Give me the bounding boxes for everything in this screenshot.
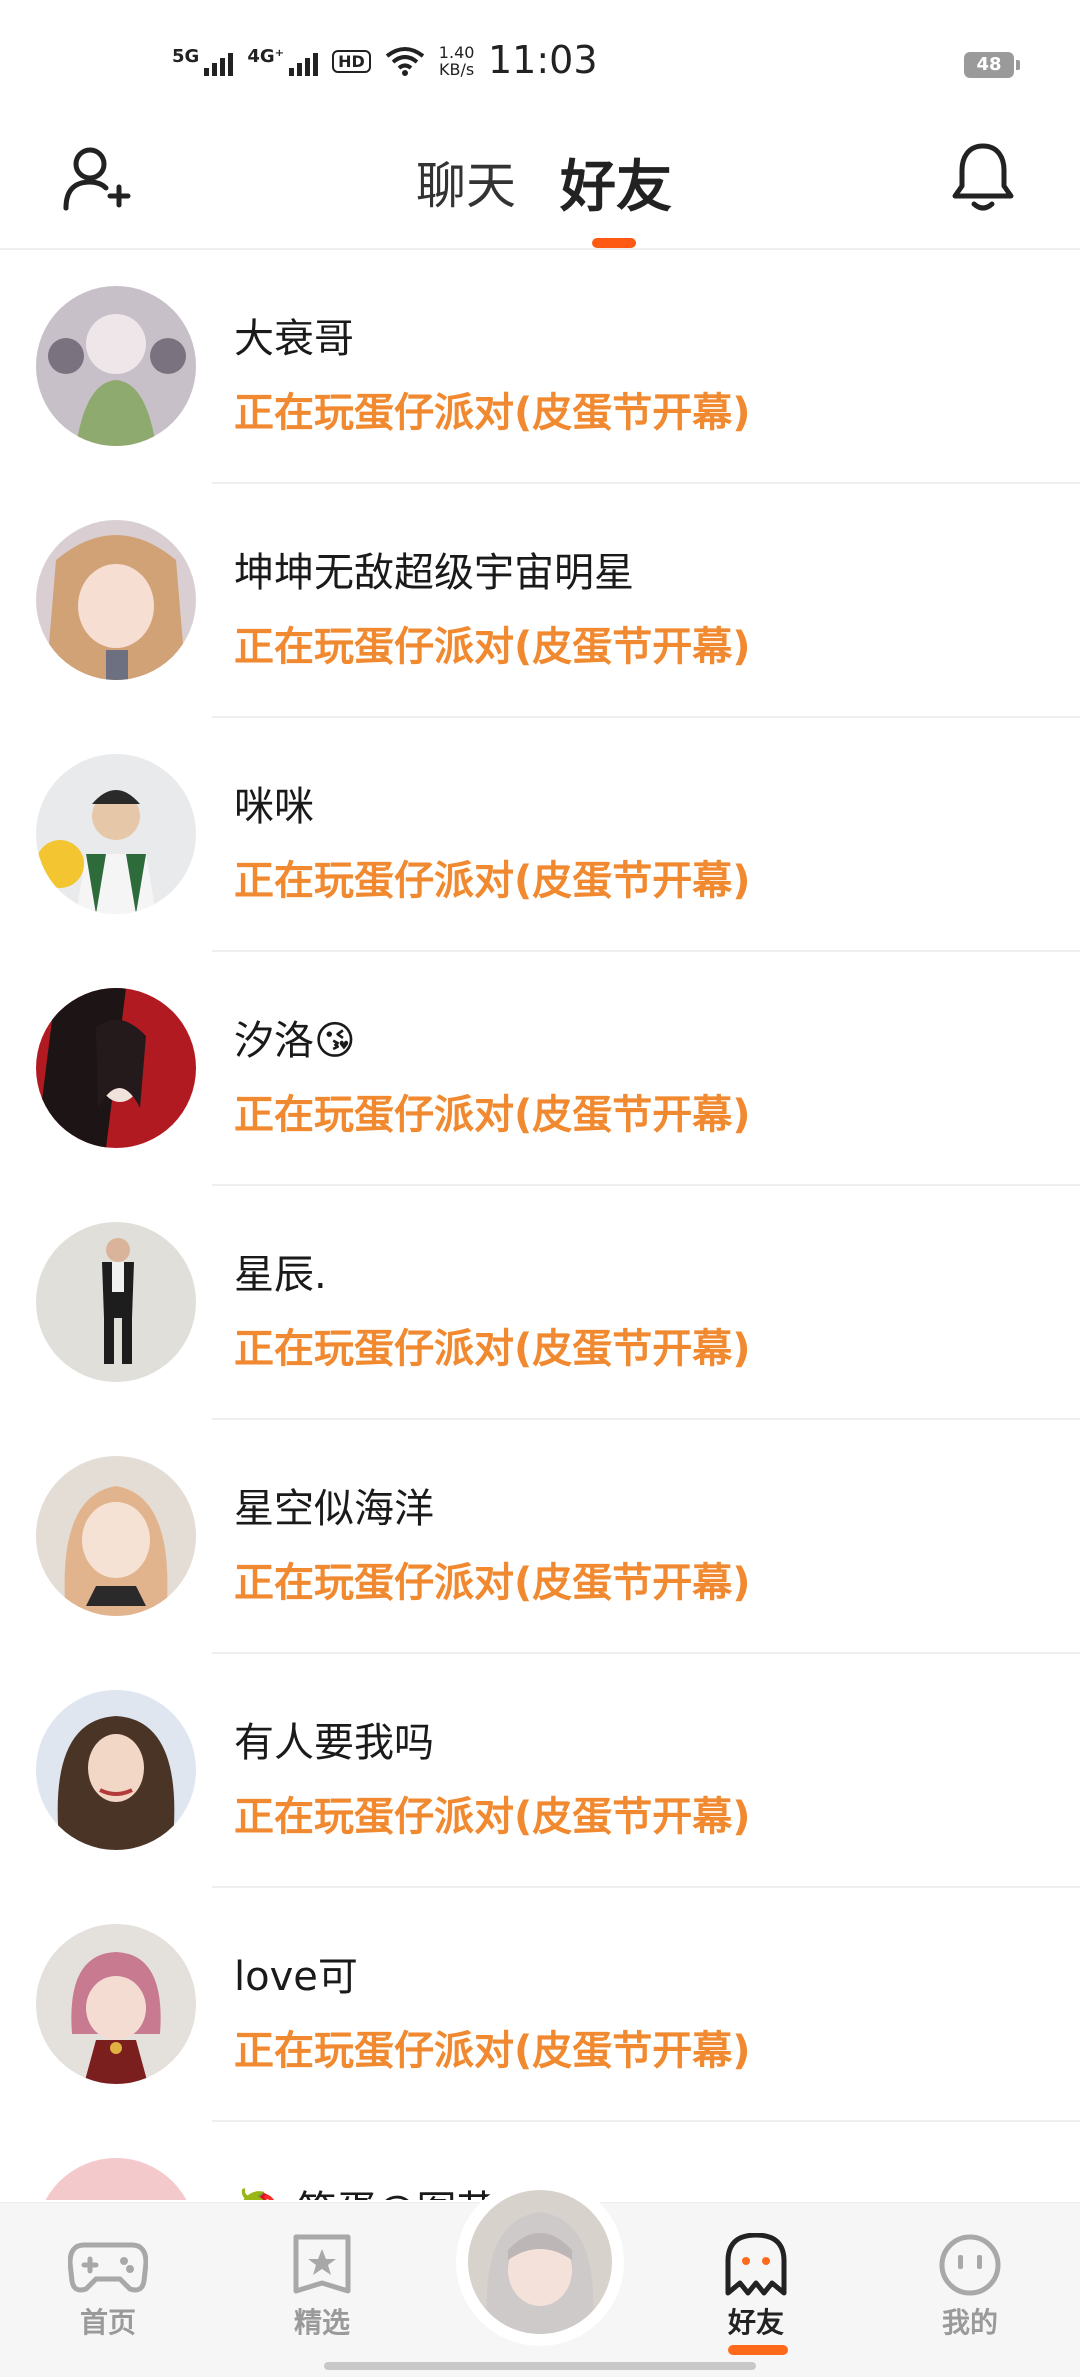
friend-status: 正在玩蛋仔派对(皮蛋节开幕): [234, 624, 751, 670]
star-card-icon: [293, 2234, 351, 2294]
avatar[interactable]: [36, 286, 196, 446]
top-nav: 聊天 好友: [0, 120, 1080, 250]
friend-name: 有人要我吗: [234, 1720, 434, 1766]
friend-status: 正在玩蛋仔派对(皮蛋节开幕): [234, 1794, 751, 1840]
add-friend-icon[interactable]: [60, 142, 132, 214]
friend-status: 正在玩蛋仔派对(皮蛋节开幕): [234, 858, 751, 904]
nav-label: 首页: [79, 2306, 136, 2339]
avatar[interactable]: [36, 1456, 196, 1616]
avatar[interactable]: [36, 2158, 196, 2200]
active-nav-indicator: [728, 2345, 788, 2355]
tab-chat[interactable]: 聊天: [416, 146, 516, 218]
speed-value: 1.40: [438, 43, 475, 62]
signal-5g-icon: 5G: [172, 46, 234, 76]
friend-name: 咪咪: [234, 784, 314, 830]
avatar[interactable]: [36, 1924, 196, 2084]
friend-name: 大衰哥: [234, 316, 354, 362]
bell-icon[interactable]: [950, 140, 1016, 216]
avatar[interactable]: [36, 520, 196, 680]
friend-name: 星辰.: [234, 1252, 327, 1298]
friend-name: love可: [234, 1954, 358, 2000]
nav-home[interactable]: 首页: [38, 2233, 178, 2341]
my-avatar[interactable]: [468, 2190, 612, 2334]
friend-item[interactable]: love可 正在玩蛋仔派对(皮蛋节开幕): [0, 1888, 1080, 2122]
ghost-icon: [725, 2233, 787, 2296]
friend-name: 坤坤无敌超级宇宙明星: [234, 550, 634, 596]
friend-item[interactable]: 大衰哥 正在玩蛋仔派对(皮蛋节开幕): [0, 250, 1080, 484]
friend-item[interactable]: 汐洛😘 正在玩蛋仔派对(皮蛋节开幕): [0, 952, 1080, 1186]
gamepad-icon: [68, 2242, 148, 2293]
face-icon: [939, 2234, 1001, 2296]
friend-status: 正在玩蛋仔派对(皮蛋节开幕): [234, 2028, 751, 2074]
friend-status: 正在玩蛋仔派对(皮蛋节开幕): [234, 1092, 751, 1138]
network-speed: 1.40 KB/s: [439, 44, 475, 78]
friend-status: 正在玩蛋仔派对(皮蛋节开幕): [234, 1560, 751, 1606]
friend-name: 星空似海洋: [234, 1486, 434, 1532]
friend-item[interactable]: 星空似海洋 正在玩蛋仔派对(皮蛋节开幕): [0, 1420, 1080, 1654]
status-left: 5G 4G⁺ HD 1.40 KB/s: [172, 44, 474, 78]
speed-unit: KB/s: [439, 60, 475, 79]
net-label-5g: 5G: [172, 46, 200, 67]
friend-name: 🍓 笨蛋@图苏: [234, 2178, 497, 2200]
battery-icon: 48: [964, 52, 1020, 78]
friend-list: 大衰哥 正在玩蛋仔派对(皮蛋节开幕) 坤坤无敌超级宇宙明星 正在玩蛋仔派对(皮蛋…: [0, 250, 1080, 2200]
avatar[interactable]: [36, 1690, 196, 1850]
status-bar: 5G 4G⁺ HD 1.40 KB/s 11:03 48: [0, 0, 1080, 120]
wifi-icon: [385, 47, 425, 76]
nav-label: 精选: [293, 2306, 350, 2339]
tab-friends[interactable]: 好友: [560, 142, 672, 223]
nav-me[interactable]: 我的: [900, 2233, 1040, 2341]
hd-badge: HD: [332, 49, 371, 73]
friend-status: 正在玩蛋仔派对(皮蛋节开幕): [234, 1326, 751, 1372]
avatar[interactable]: [36, 1222, 196, 1382]
friend-item[interactable]: 有人要我吗 正在玩蛋仔派对(皮蛋节开幕): [0, 1654, 1080, 1888]
clock: 11:03: [488, 38, 598, 82]
home-indicator[interactable]: [324, 2362, 756, 2370]
friend-name: 汐洛😘: [234, 1018, 356, 1064]
net-label-4g: 4G⁺: [247, 46, 285, 67]
signal-4g-icon: 4G⁺: [247, 46, 319, 76]
friend-status: 正在玩蛋仔派对(皮蛋节开幕): [234, 390, 751, 436]
avatar[interactable]: [36, 988, 196, 1148]
nav-label: 我的: [941, 2306, 998, 2339]
friend-item[interactable]: 星辰. 正在玩蛋仔派对(皮蛋节开幕): [0, 1186, 1080, 1420]
friend-item[interactable]: 坤坤无敌超级宇宙明星 正在玩蛋仔派对(皮蛋节开幕): [0, 484, 1080, 718]
nav-featured[interactable]: 精选: [252, 2233, 392, 2341]
active-tab-indicator: [592, 238, 636, 248]
friend-item[interactable]: 咪咪 正在玩蛋仔派对(皮蛋节开幕): [0, 718, 1080, 952]
nav-friends[interactable]: 好友: [686, 2233, 826, 2355]
center-avatar-button[interactable]: [456, 2178, 624, 2346]
nav-label: 好友: [727, 2306, 784, 2339]
avatar[interactable]: [36, 754, 196, 914]
